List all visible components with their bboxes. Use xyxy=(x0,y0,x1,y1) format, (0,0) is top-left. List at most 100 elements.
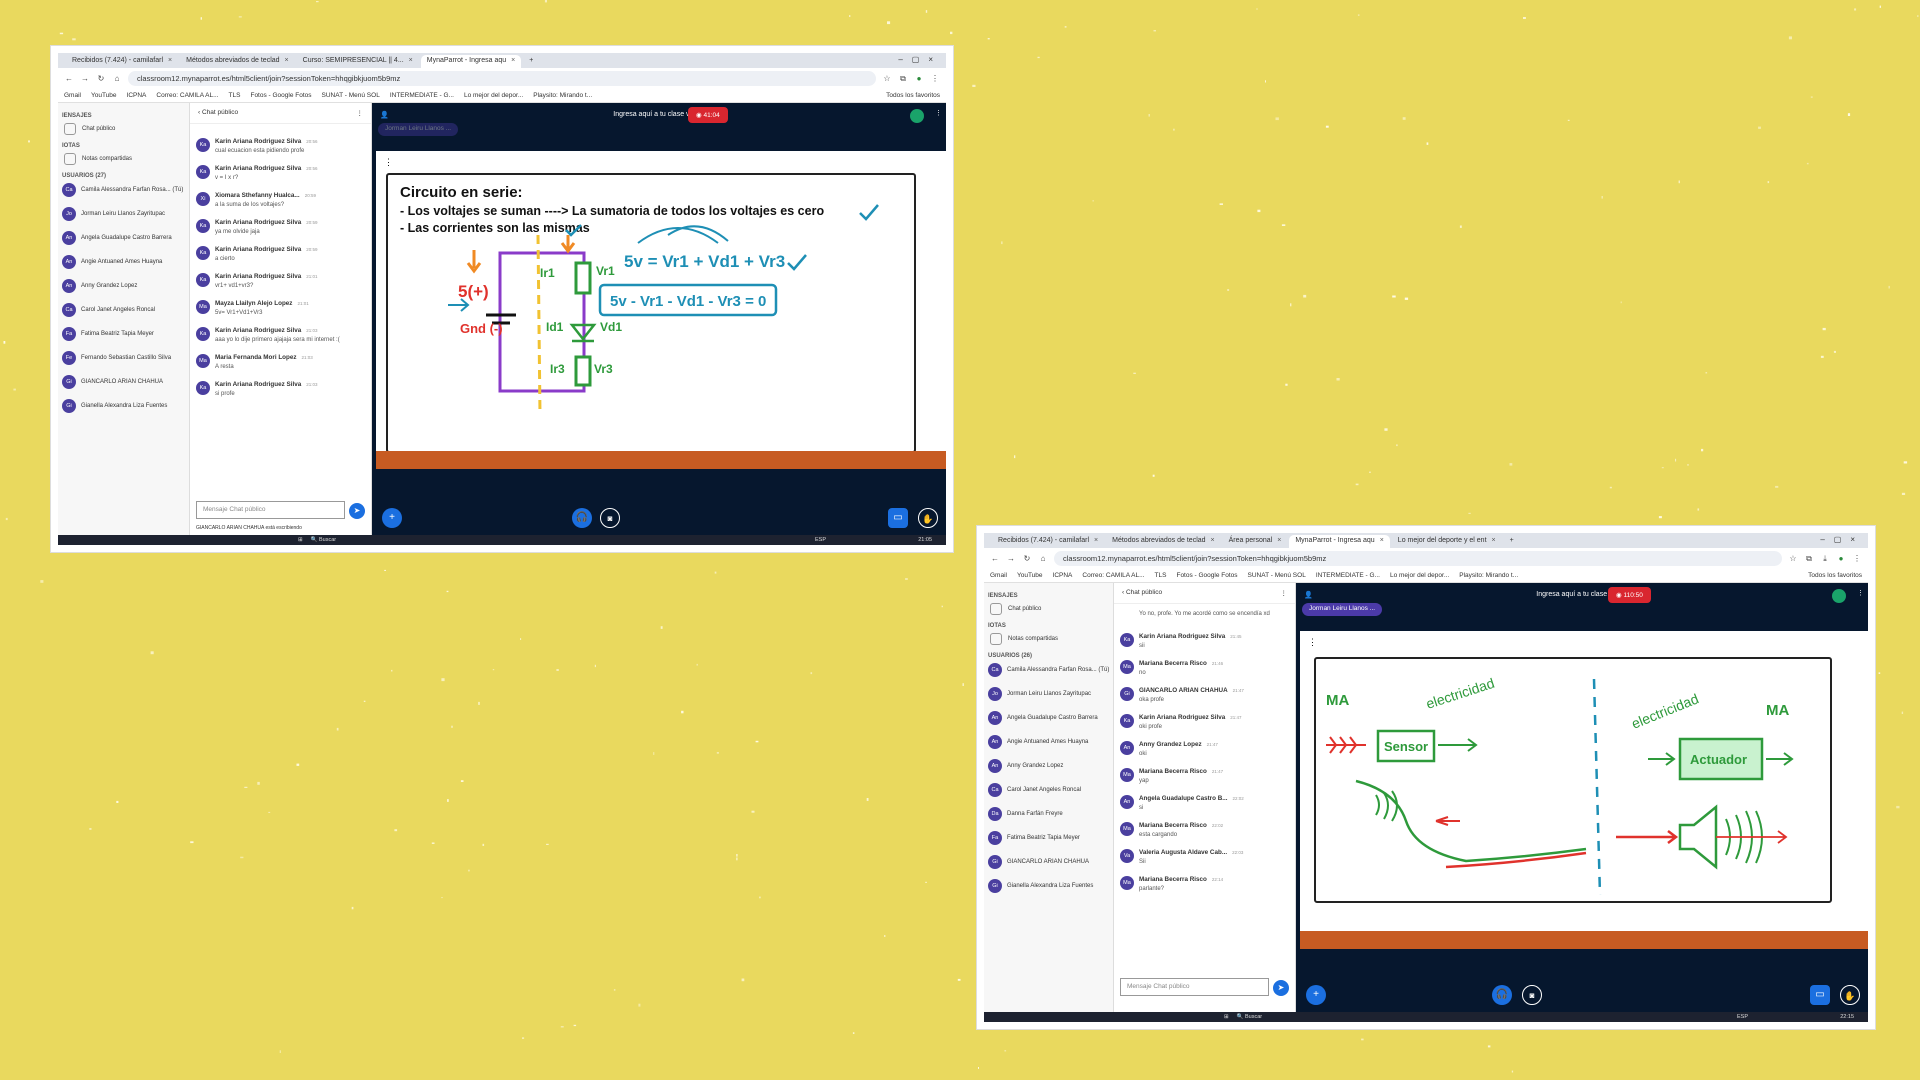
bookmark[interactable]: TLS xyxy=(229,92,241,99)
new-tab-button[interactable]: + xyxy=(523,55,539,68)
user-list-item[interactable]: Gi Gianella Alexandra Liza Fuentes xyxy=(988,879,1109,893)
chat-header[interactable]: ‹ Chat público ⋮ xyxy=(1114,583,1295,604)
recording-indicator[interactable]: ◉ 41:04 xyxy=(688,107,728,123)
whiteboard[interactable]: ⋮ Circuito en serie: - Los voltajes se s… xyxy=(376,151,946,469)
connection-icon[interactable] xyxy=(910,109,924,123)
user-list-item[interactable]: Jo Jorman Leiru Llanos Zayritupac xyxy=(988,687,1109,701)
all-bookmarks[interactable]: Todos los favoritos xyxy=(1808,572,1862,579)
bookmark[interactable]: Fotos - Google Fotos xyxy=(1176,572,1237,579)
user-list-item[interactable]: Fa Fatima Beatriz Tapia Meyer xyxy=(988,831,1109,845)
bookmark[interactable]: INTERMEDIATE - G... xyxy=(390,92,454,99)
windows-start-icon[interactable]: ⊞ xyxy=(1224,1014,1229,1020)
extensions-icon[interactable]: ⧉ xyxy=(1804,554,1814,564)
bookmark[interactable]: INTERMEDIATE - G... xyxy=(1316,572,1380,579)
profile-avatar[interactable]: ● xyxy=(1836,554,1846,563)
more-icon[interactable]: ⋮ xyxy=(1281,589,1288,597)
user-list-item[interactable]: An Angela Guadalupe Castro Barrera xyxy=(988,711,1109,725)
taskbar-search[interactable]: 🔍 Buscar xyxy=(1237,1014,1263,1020)
send-button[interactable]: ➤ xyxy=(349,503,365,519)
user-list-item[interactable]: Ca Camila Alessandra Farfan Rosa... (Tú) xyxy=(988,663,1109,677)
tab-shortcuts[interactable]: Métodos abreviados de teclad × xyxy=(180,55,295,68)
forward-icon[interactable]: → xyxy=(1006,554,1016,563)
send-button[interactable]: ➤ xyxy=(1273,980,1289,996)
whiteboard-menu-icon[interactable]: ⋮ xyxy=(384,157,393,168)
presentation-button[interactable]: ▭ xyxy=(1810,985,1830,1005)
user-list-item[interactable]: Gi GIANCARLO ARIAN CHAHUA xyxy=(62,375,185,389)
menu-icon[interactable]: ⋮ xyxy=(930,74,940,83)
star-icon[interactable]: ☆ xyxy=(882,74,892,83)
tab-gmail[interactable]: Recibidos (7.424) - camilafarl × xyxy=(66,55,178,68)
recording-indicator[interactable]: ◉ 110:50 xyxy=(1608,587,1651,603)
chat-header[interactable]: ‹ Chat público ⋮ xyxy=(190,103,371,124)
forward-icon[interactable]: → xyxy=(80,74,90,83)
reload-icon[interactable]: ↻ xyxy=(1022,554,1032,563)
profile-avatar[interactable]: ● xyxy=(914,74,924,83)
public-chat-item[interactable]: Chat público xyxy=(64,123,185,135)
user-list-item[interactable]: Fa Fatima Beatriz Tapia Meyer xyxy=(62,327,185,341)
bookmark[interactable]: TLS xyxy=(1155,572,1167,579)
user-list-item[interactable]: An Angela Guadalupe Castro Barrera xyxy=(62,231,185,245)
options-icon[interactable]: ⋮ xyxy=(935,109,942,117)
windows-start-icon[interactable]: ⊞ xyxy=(298,537,303,543)
user-list-item[interactable]: An Angie Antuaned Ames Huayna xyxy=(62,255,185,269)
add-button[interactable]: + xyxy=(382,508,402,528)
presentation-button[interactable]: ▭ xyxy=(888,508,908,528)
user-list-item[interactable]: Da Danna Farfán Freyre xyxy=(988,807,1109,821)
bookmark[interactable]: Lo mejor del depor... xyxy=(1390,572,1449,579)
bookmark[interactable]: Playsito: Mirando t... xyxy=(533,92,592,99)
home-icon[interactable]: ⌂ xyxy=(1038,554,1048,563)
raise-hand-button[interactable]: ✋ xyxy=(918,508,938,528)
bookmark[interactable]: ICPNA xyxy=(127,92,147,99)
user-list-item[interactable]: Ca Camila Alessandra Farfan Rosa... (Tú) xyxy=(62,183,185,197)
menu-icon[interactable]: ⋮ xyxy=(1852,554,1862,563)
url-field[interactable]: classroom12.mynaparrot.es/html5client/jo… xyxy=(128,71,876,86)
bookmark[interactable]: Lo mejor del depor... xyxy=(464,92,523,99)
shared-notes-item[interactable]: Notas compartidas xyxy=(64,153,185,165)
headphones-button[interactable]: 🎧 xyxy=(572,508,592,528)
back-icon[interactable]: ← xyxy=(64,74,74,83)
tab-gmail[interactable]: Recibidos (7.424) - camilafarl × xyxy=(992,535,1104,548)
raise-hand-button[interactable]: ✋ xyxy=(1840,985,1860,1005)
shared-notes-item[interactable]: Notas compartidas xyxy=(990,633,1109,645)
user-list-item[interactable]: Ca Carol Janet Angeles Roncal xyxy=(62,303,185,317)
more-icon[interactable]: ⋮ xyxy=(357,109,364,117)
window-controls[interactable]: –▢× xyxy=(1820,535,1864,544)
bookmark[interactable]: Gmail xyxy=(64,92,81,99)
taskbar-search[interactable]: 🔍 Buscar xyxy=(311,537,337,543)
user-list-item[interactable]: Jo Jorman Leiru Llanos Zayritupac xyxy=(62,207,185,221)
tab-sports[interactable]: Lo mejor del deporte y el ent × xyxy=(1392,535,1502,548)
new-tab-button[interactable]: + xyxy=(1504,535,1520,548)
public-chat-item[interactable]: Chat público xyxy=(990,603,1109,615)
user-list-item[interactable]: Gi GIANCARLO ARIAN CHAHUA xyxy=(988,855,1109,869)
tab-mynaparrot[interactable]: MynaParrot - Ingresa aqu × xyxy=(1289,535,1390,548)
bookmark[interactable]: Playsito: Mirando t... xyxy=(1459,572,1518,579)
camera-button[interactable]: ◙ xyxy=(1522,985,1542,1005)
home-icon[interactable]: ⌂ xyxy=(112,74,122,83)
bookmark[interactable]: YouTube xyxy=(1017,572,1043,579)
bookmark[interactable]: SUNAT - Menú SOL xyxy=(1248,572,1306,579)
user-list-item[interactable]: Ca Carol Janet Angeles Roncal xyxy=(988,783,1109,797)
whiteboard[interactable]: ⋮ MA MA electricidad electricidad Sensor xyxy=(1300,631,1868,949)
user-list-item[interactable]: An Angie Antuaned Ames Huayna xyxy=(988,735,1109,749)
bookmark[interactable]: ICPNA xyxy=(1053,572,1073,579)
all-bookmarks[interactable]: Todos los favoritos xyxy=(886,92,940,99)
window-controls[interactable]: –▢× xyxy=(898,55,942,64)
whiteboard-menu-icon[interactable]: ⋮ xyxy=(1308,637,1317,648)
url-field[interactable]: classroom12.mynaparrot.es/html5client/jo… xyxy=(1054,551,1782,566)
bookmark[interactable]: YouTube xyxy=(91,92,117,99)
user-list-item[interactable]: Gi Gianella Alexandra Liza Fuentes xyxy=(62,399,185,413)
bookmark[interactable]: Correo: CAMILA AL... xyxy=(156,92,218,99)
user-list-item[interactable]: An Anny Grandez Lopez xyxy=(988,759,1109,773)
chat-input[interactable]: Mensaje Chat público xyxy=(1120,978,1269,996)
headphones-button[interactable]: 🎧 xyxy=(1492,985,1512,1005)
chat-input[interactable]: Mensaje Chat público xyxy=(196,501,345,519)
back-icon[interactable]: ← xyxy=(990,554,1000,563)
tab-shortcuts[interactable]: Métodos abreviados de teclad × xyxy=(1106,535,1221,548)
star-icon[interactable]: ☆ xyxy=(1788,554,1798,563)
add-button[interactable]: + xyxy=(1306,985,1326,1005)
download-icon[interactable]: ⤓ xyxy=(1820,554,1830,564)
tab-course[interactable]: Curso: SEMIPRESENCIAL || 4... × xyxy=(297,55,419,68)
bookmark[interactable]: Correo: CAMILA AL... xyxy=(1082,572,1144,579)
bookmark[interactable]: Fotos - Google Fotos xyxy=(250,92,311,99)
tab-personal-area[interactable]: Área personal × xyxy=(1223,535,1288,548)
